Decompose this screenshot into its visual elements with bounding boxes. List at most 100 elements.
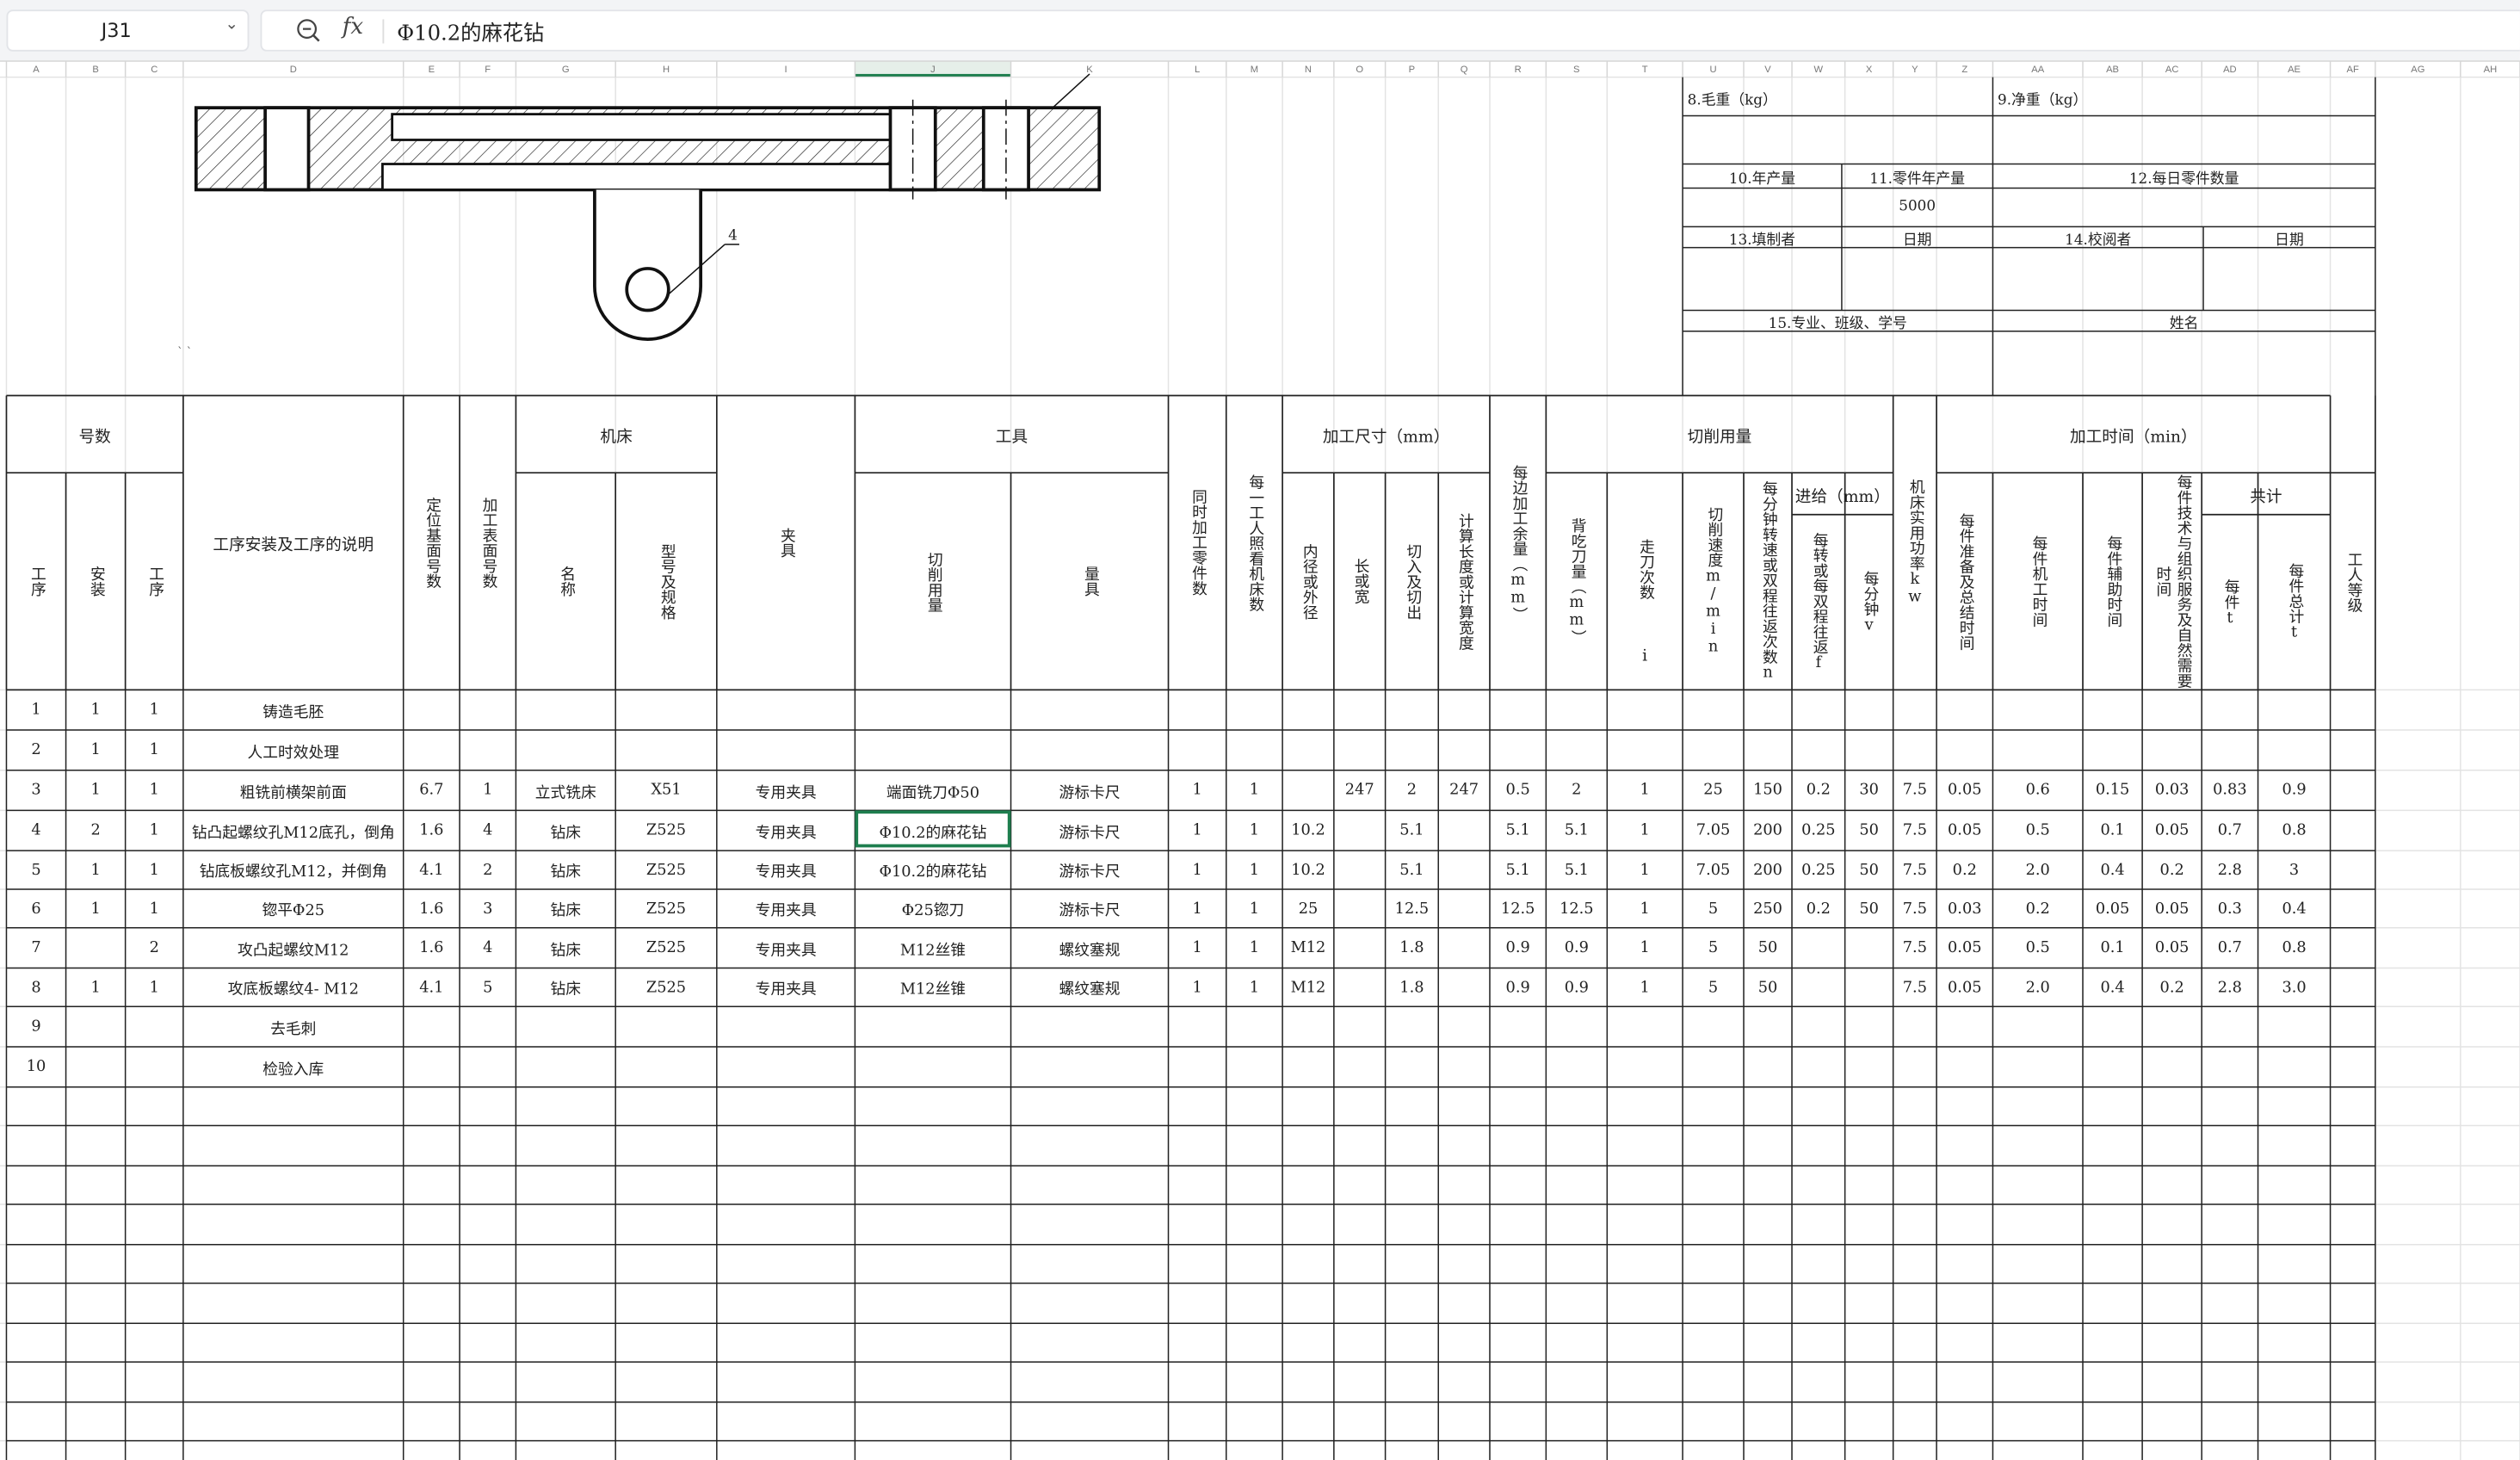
table-cell: 1 [1192,781,1202,800]
header-cut-in-out: 切入及切出 [1403,542,1421,620]
table-cell: 7.05 [1695,861,1731,879]
table-cell: M12丝锥 [899,981,967,999]
table-cell: 人工时效处理 [247,743,340,762]
table-cell: 2 [149,938,159,957]
table-cell: 0.5 [2025,938,2050,957]
header-setup: 安装 [86,566,105,597]
table-cell: 7 [31,938,41,957]
table-cell: 0.7 [2217,821,2242,840]
date-label: 日期 [2275,232,2304,249]
table-cell: 12.5 [1560,900,1594,918]
table-cell: 250 [1753,900,1782,918]
table-cell: 1 [31,701,41,719]
table-cell: 4.1 [419,861,444,879]
table-cell: 1 [1249,938,1260,957]
daily-part-count-label: 12.每日零件数量 [2128,170,2239,188]
table-cell: 立式铣床 [534,783,596,802]
table-cell: 200 [1753,821,1782,840]
table-cell: X51 [651,781,682,800]
table-cell: 0.9 [1505,978,1530,997]
table-cell: 5 [1708,900,1719,918]
header-aux-time: 每件辅助时间 [2103,535,2122,628]
table-cell: 0.8 [2282,821,2307,840]
table-cell: 1 [1192,978,1202,997]
table-cell: 锪平Φ25 [262,901,325,920]
table-cell: 钻底板螺纹孔M12，并倒角 [199,863,387,882]
table-cell: 5.1 [1564,861,1589,879]
table-cell: 3 [483,900,493,918]
table-cell: 5.1 [1505,861,1530,879]
table-cell: 1 [149,978,159,997]
header-machine-group: 机床 [600,428,633,447]
header-inner-outer-dia: 内径或外径 [1299,542,1318,620]
table-cell: 2 [1572,781,1582,800]
table-cell: 2.0 [2025,978,2050,997]
table-cell: 2.8 [2217,861,2242,879]
table-cell: 1 [90,741,101,759]
net-weight-label: 9.净重（kg） [1998,92,2088,109]
table-cell: 0.9 [1564,938,1589,957]
table-cell: 4 [31,821,41,840]
table-cell: 0.1 [2100,938,2125,957]
table-cell: 1 [1640,938,1650,957]
table-cell: 0.05 [2154,821,2190,840]
gross-weight-label: 8.毛重（kg） [1687,92,1777,109]
table-cell: 6.7 [419,781,444,800]
table-cell: 专用夹具 [755,901,817,920]
header-prep-time: 每件准备及总结时间 [1955,512,1974,651]
header-measuring-tool: 量具 [1080,566,1099,597]
table-cell: Z525 [645,978,687,997]
table-cell: 1 [483,781,493,800]
annual-part-output-label: 11.零件年产量 [1869,170,1966,188]
table-cell: 5 [1708,938,1719,957]
table-cell: 螺纹塞规 [1059,981,1121,999]
table-cell: 1.6 [419,821,444,840]
table-cell: 0.7 [2217,938,2242,957]
table-cell: 0.6 [2025,781,2050,800]
header-per-piece: 每件t [2220,578,2239,627]
active-cell-selection[interactable] [855,810,1011,848]
header-allowance: 每边加工余量（mm） [1509,463,1527,622]
table-cell: 2.8 [2217,978,2242,997]
table-cell: 专用夹具 [755,824,817,842]
table-cell: 7.5 [1902,861,1927,879]
table-cell: 247 [1344,781,1374,800]
table-cell: 5.1 [1399,821,1424,840]
header-depth-of-cut: 背吃刀量（mm） [1567,517,1586,646]
table-cell: 10.2 [1291,861,1325,879]
table-cell: Z525 [645,821,687,840]
table-cell: 7.5 [1902,938,1927,957]
table-cell: 4.1 [419,978,444,997]
table-cell: 游标卡尺 [1059,863,1121,882]
table-cell: 1 [1640,978,1650,997]
table-cell: 0.9 [2282,781,2307,800]
callout-label: 4 [728,228,738,244]
table-cell: 1 [149,900,159,918]
prepared-by-label: 13.填制者 [1728,232,1796,249]
header-service-time: 每件技术与组织服务及自然需要时间 [2152,474,2192,689]
table-cell: 12.5 [1394,900,1430,918]
table-cell: 钻床 [550,863,582,882]
table-cell: 钻床 [550,981,582,999]
table-cell: 0.2 [1806,781,1831,800]
table-cell: Φ25锪刀 [901,901,965,920]
table-cell: 5 [1708,978,1719,997]
header-length-width: 长或宽 [1350,558,1369,604]
table-cell: 0.5 [2025,821,2050,840]
table-cell: 0.03 [1948,900,1982,918]
table-cell: Z525 [645,900,687,918]
table-cell: Z525 [645,938,687,957]
table-cell: 0.25 [1801,821,1836,840]
table-cell: 攻凸起螺纹M12 [238,941,349,960]
table-cell: 1 [149,701,159,719]
header-locating-surface: 定位基面号数 [423,497,441,589]
table-cell: 1.8 [1399,978,1424,997]
table-cell: 1 [90,701,101,719]
table-cell: 0.9 [1564,978,1589,997]
header-process: 工序 [27,566,46,597]
table-cell: 0.83 [2213,781,2247,800]
table-cell: 钻床 [550,824,582,842]
table-cell: 1.6 [419,900,444,918]
table-cell: 1 [149,821,159,840]
header-time-group: 加工时间（min） [2069,428,2197,447]
